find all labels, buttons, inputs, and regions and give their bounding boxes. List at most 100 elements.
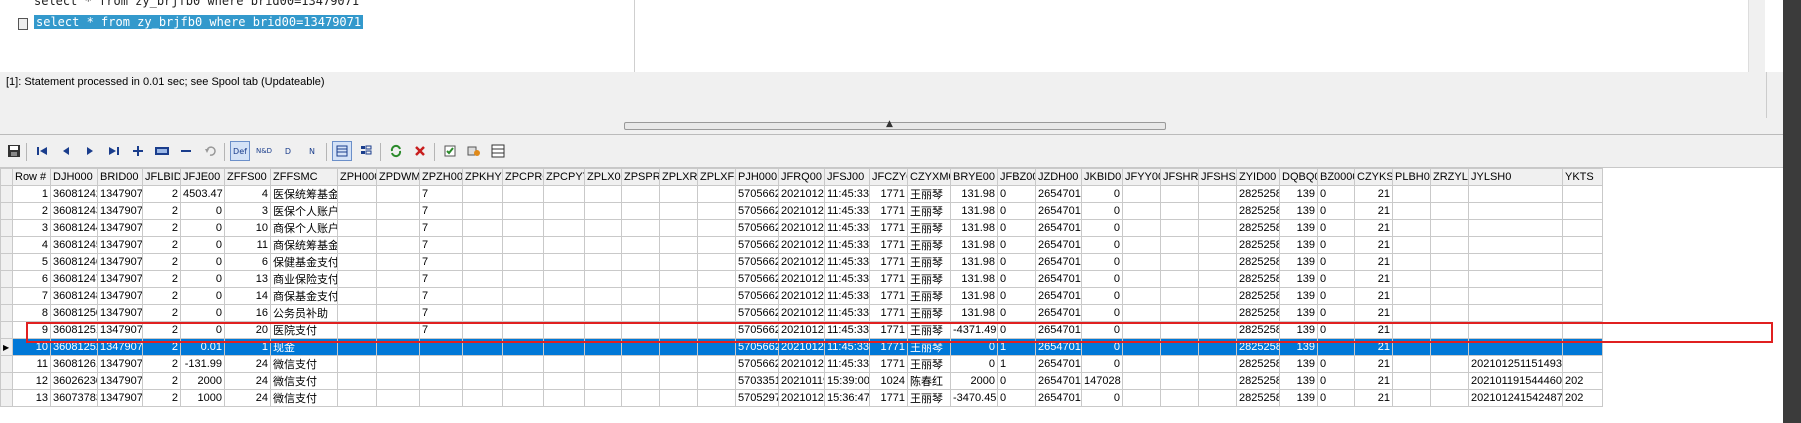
table-cell[interactable]: 2654701 xyxy=(1035,372,1082,390)
table-cell[interactable]: 商业保险支付 xyxy=(270,270,338,288)
table-cell[interactable]: 10 xyxy=(224,219,271,237)
n-button[interactable]: N xyxy=(302,141,322,161)
table-cell[interactable] xyxy=(1430,355,1469,373)
table-cell[interactable]: 20210119 xyxy=(778,372,825,390)
table-cell[interactable] xyxy=(337,219,377,237)
sql-editor[interactable]: select * from zy_brjfb0 where brid00=134… xyxy=(0,0,1783,73)
table-cell[interactable]: 2825258 xyxy=(1236,219,1280,237)
table-cell[interactable] xyxy=(419,338,463,356)
table-cell[interactable] xyxy=(1562,219,1603,237)
column-header[interactable]: BZ0000 xyxy=(1317,168,1355,186)
table-cell[interactable]: 139 xyxy=(1279,355,1318,373)
row-indicator[interactable] xyxy=(0,321,13,339)
table-cell[interactable]: 21 xyxy=(1354,185,1393,203)
table-cell[interactable]: 0 xyxy=(1081,321,1123,339)
table-cell[interactable]: 131.98 xyxy=(950,287,998,305)
table-cell[interactable]: 21 xyxy=(1354,219,1393,237)
table-cell[interactable]: 13479071 xyxy=(97,338,143,356)
column-header[interactable]: BRID00 xyxy=(97,168,143,186)
table-cell[interactable]: 2 xyxy=(142,304,181,322)
table-cell[interactable]: 21 xyxy=(1354,338,1393,356)
column-header[interactable]: ZRZYLS xyxy=(1430,168,1469,186)
table-cell[interactable]: 131.98 xyxy=(950,219,998,237)
table-cell[interactable] xyxy=(1198,219,1237,237)
table-cell[interactable]: 21 xyxy=(1354,287,1393,305)
table-cell[interactable] xyxy=(621,219,660,237)
table-cell[interactable] xyxy=(659,287,698,305)
table-cell[interactable] xyxy=(543,202,585,220)
table-cell[interactable]: 王丽琴 xyxy=(907,202,951,220)
table-cell[interactable] xyxy=(376,355,420,373)
table-cell[interactable] xyxy=(419,355,463,373)
table-cell[interactable] xyxy=(543,321,585,339)
table-cell[interactable] xyxy=(462,321,503,339)
table-cell[interactable]: 13479071 xyxy=(97,287,143,305)
table-cell[interactable] xyxy=(659,219,698,237)
splitter-handle[interactable] xyxy=(624,122,1166,130)
save-icon[interactable] xyxy=(4,141,24,161)
table-cell[interactable]: 2 xyxy=(142,202,181,220)
table-cell[interactable]: 20 xyxy=(224,321,271,339)
table-cell[interactable]: 王丽琴 xyxy=(907,236,951,254)
table-cell[interactable]: 0 xyxy=(1081,185,1123,203)
prior-record-icon[interactable] xyxy=(56,141,76,161)
table-cell[interactable] xyxy=(1468,185,1563,203)
table-cell[interactable]: 2000 xyxy=(180,372,225,390)
table-cell[interactable] xyxy=(1468,304,1563,322)
table-cell[interactable]: 36081247 xyxy=(50,270,98,288)
table-cell[interactable] xyxy=(502,253,544,271)
table-cell[interactable] xyxy=(543,372,585,390)
table-cell[interactable] xyxy=(584,372,622,390)
table-cell[interactable]: 20210125 xyxy=(778,355,825,373)
table-cell[interactable]: 2825258 xyxy=(1236,355,1280,373)
undo-icon[interactable] xyxy=(200,141,220,161)
table-cell[interactable]: 11:45:33 xyxy=(824,287,870,305)
table-cell[interactable]: 0 xyxy=(950,338,998,356)
table-cell[interactable]: 139 xyxy=(1279,253,1318,271)
table-cell[interactable]: 13479071 xyxy=(97,219,143,237)
table-cell[interactable] xyxy=(1317,338,1355,356)
table-cell[interactable]: 131.98 xyxy=(950,185,998,203)
table-cell[interactable] xyxy=(1160,304,1199,322)
table-cell[interactable] xyxy=(1392,219,1431,237)
table-cell[interactable]: 21 xyxy=(1354,321,1393,339)
table-cell[interactable] xyxy=(1122,202,1161,220)
splitter-arrow-icon[interactable]: ▲ xyxy=(886,119,893,129)
row-indicator[interactable] xyxy=(0,236,13,254)
table-cell[interactable]: 139 xyxy=(1279,236,1318,254)
table-cell[interactable] xyxy=(1122,321,1161,339)
table-cell[interactable] xyxy=(502,321,544,339)
table-cell[interactable]: 0 xyxy=(1081,236,1123,254)
table-cell[interactable]: 8 xyxy=(12,304,51,322)
table-cell[interactable]: 11:45:33 xyxy=(824,219,870,237)
table-cell[interactable] xyxy=(543,253,585,271)
sql-editor-pane[interactable]: select * from zy_brjfb0 where brid00=134… xyxy=(0,0,635,72)
table-cell[interactable]: 10 xyxy=(12,338,51,356)
table-cell[interactable] xyxy=(1468,321,1563,339)
table-cell[interactable]: 36081261 xyxy=(50,355,98,373)
table-cell[interactable]: 11:45:33 xyxy=(824,355,870,373)
table-cell[interactable]: 11:45:33 xyxy=(824,304,870,322)
message-scrollbar[interactable] xyxy=(1766,72,1781,118)
table-cell[interactable]: 2825258 xyxy=(1236,372,1280,390)
filter-grid-icon[interactable] xyxy=(488,141,508,161)
table-cell[interactable]: 2654701 xyxy=(1035,219,1082,237)
export-icon[interactable] xyxy=(464,141,484,161)
table-cell[interactable]: 20210125 xyxy=(778,219,825,237)
table-cell[interactable] xyxy=(1160,321,1199,339)
column-header[interactable]: CZYXM0 xyxy=(907,168,951,186)
table-cell[interactable] xyxy=(584,253,622,271)
table-cell[interactable]: 王丽琴 xyxy=(907,185,951,203)
table-cell[interactable] xyxy=(1198,321,1237,339)
table-cell[interactable] xyxy=(502,355,544,373)
table-cell[interactable]: 36081246 xyxy=(50,253,98,271)
table-cell[interactable]: 15:36:47 xyxy=(824,389,870,407)
table-cell[interactable] xyxy=(1430,236,1469,254)
column-header[interactable]: PJH000 xyxy=(735,168,779,186)
row-indicator[interactable] xyxy=(0,202,13,220)
table-cell[interactable]: 2825258 xyxy=(1236,321,1280,339)
table-cell[interactable] xyxy=(1562,270,1603,288)
table-cell[interactable] xyxy=(376,270,420,288)
table-cell[interactable] xyxy=(1562,321,1603,339)
table-cell[interactable] xyxy=(1392,270,1431,288)
